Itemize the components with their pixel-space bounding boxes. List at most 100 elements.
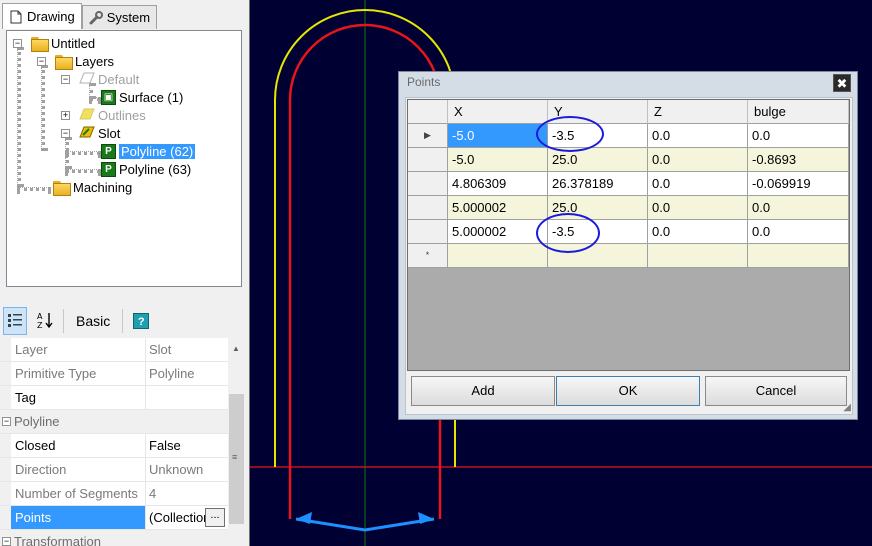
tree-line	[17, 47, 21, 187]
svg-text:Z: Z	[37, 321, 43, 329]
row-header[interactable]	[408, 172, 448, 196]
tree-node-polyline-63[interactable]: P Polyline (63)	[101, 160, 191, 178]
grid-cell-bulge[interactable]: 0.0	[748, 124, 849, 148]
ellipsis-button[interactable]: ...	[205, 508, 225, 527]
category-label: Polyline	[14, 414, 60, 429]
row-header[interactable]	[408, 148, 448, 172]
svg-text:A: A	[37, 312, 43, 321]
ok-button[interactable]: OK	[556, 376, 700, 406]
scroll-up-arrow-icon[interactable]: ▲	[232, 344, 240, 353]
layer-active-icon	[79, 126, 95, 141]
collapse-toggle[interactable]: −	[2, 417, 11, 426]
tab-strip: Drawing System	[2, 3, 158, 29]
collapse-toggle[interactable]: −	[13, 39, 22, 48]
header-corner	[408, 100, 448, 124]
grid-cell-bulge[interactable]	[748, 244, 849, 268]
tree-node-default[interactable]: Default	[79, 70, 139, 88]
grid-cell-x[interactable]: -5.0	[448, 148, 548, 172]
alphabetical-button[interactable]: AZ	[33, 307, 57, 335]
tree-label: Surface (1)	[119, 89, 184, 105]
expand-toggle[interactable]: +	[61, 111, 70, 120]
row-margin	[0, 386, 11, 409]
tree-node-machining[interactable]: Machining	[53, 178, 132, 196]
table-row[interactable]: 5.000002 25.0 0.0 0.0	[408, 196, 849, 220]
property-row-primitive-type[interactable]: Primitive Type Polyline	[0, 362, 228, 386]
tree-node-outlines[interactable]: Outlines	[79, 106, 146, 124]
grid-cell-z[interactable]: 0.0	[648, 172, 748, 196]
close-button[interactable]: ✖	[833, 74, 851, 92]
tree-node-slot[interactable]: Slot	[79, 124, 120, 142]
category-polyline[interactable]: − Polyline	[0, 410, 228, 434]
property-scrollbar[interactable]: ▲ ≡	[228, 338, 245, 546]
category-label: Transformation	[14, 534, 101, 546]
add-button[interactable]: Add	[411, 376, 555, 406]
property-row-layer[interactable]: Layer Slot	[0, 338, 228, 362]
tab-drawing[interactable]: Drawing	[2, 3, 82, 29]
category-header: − Transformation	[0, 530, 101, 546]
grid-header-row: X Y Z bulge	[408, 100, 849, 124]
column-header-z[interactable]: Z	[648, 100, 748, 124]
grid-cell-z[interactable]	[648, 244, 748, 268]
property-row-tag[interactable]: Tag	[0, 386, 228, 410]
column-header-x[interactable]: X	[448, 100, 548, 124]
tab-drawing-label: Drawing	[27, 9, 75, 24]
grid-cell-z[interactable]: 0.0	[648, 124, 748, 148]
grid-cell-x[interactable]: 5.000002	[448, 196, 548, 220]
points-grid[interactable]: X Y Z bulge ▶ -5.0 -3.5 0.0 0.0 -5.0 25.…	[407, 99, 850, 371]
new-row[interactable]: *	[408, 244, 849, 268]
grid-cell-x[interactable]: 4.806309	[448, 172, 548, 196]
grid-cell-z[interactable]: 0.0	[648, 220, 748, 244]
property-row-direction[interactable]: Direction Unknown	[0, 458, 228, 482]
points-dialog[interactable]: Points ✖ X Y Z bulge ▶ -5.0 -3.5 0.0 0.0	[398, 71, 858, 420]
grid-cell-bulge[interactable]: -0.069919	[748, 172, 849, 196]
help-button[interactable]: ?	[129, 307, 153, 335]
categorized-button[interactable]	[3, 307, 27, 335]
grid-cell-y[interactable]: 26.378189	[548, 172, 648, 196]
current-row-indicator-icon[interactable]: ▶	[408, 124, 448, 148]
grid-cell-bulge[interactable]: 0.0	[748, 220, 849, 244]
table-row[interactable]: ▶ -5.0 -3.5 0.0 0.0	[408, 124, 849, 148]
property-name: Number of Segments	[11, 482, 146, 505]
resize-grip-icon[interactable]: ◢	[843, 402, 851, 413]
column-header-bulge[interactable]: bulge	[748, 100, 849, 124]
property-grid[interactable]: Layer Slot Primitive Type Polyline Tag −…	[0, 338, 228, 546]
table-row[interactable]: 5.000002 -3.5 0.0 0.0	[408, 220, 849, 244]
row-header[interactable]	[408, 196, 448, 220]
dialog-body: X Y Z bulge ▶ -5.0 -3.5 0.0 0.0 -5.0 25.…	[405, 97, 853, 415]
property-row-closed[interactable]: Closed False	[0, 434, 228, 458]
property-row-segments[interactable]: Number of Segments 4	[0, 482, 228, 506]
category-transformation[interactable]: − Transformation	[0, 530, 228, 546]
grid-cell-x[interactable]: -5.0	[448, 124, 548, 148]
property-value[interactable]	[146, 386, 228, 409]
property-toolbar: AZ Basic ?	[0, 303, 249, 339]
grid-cell-z[interactable]: 0.0	[648, 196, 748, 220]
arrowhead-left-icon	[296, 512, 312, 524]
table-row[interactable]: -5.0 25.0 0.0 -0.8693	[408, 148, 849, 172]
collapse-toggle[interactable]: −	[2, 537, 11, 546]
tree-node-surface[interactable]: ▣ Surface (1)	[101, 88, 183, 106]
collapse-toggle[interactable]: −	[61, 75, 70, 84]
table-row[interactable]: 4.806309 26.378189 0.0 -0.069919	[408, 172, 849, 196]
collapse-toggle[interactable]: −	[61, 129, 70, 138]
layer-tree[interactable]: − Untitled − Layers − Default ▣ Surface …	[6, 30, 242, 287]
row-header[interactable]	[408, 220, 448, 244]
tab-system-label: System	[106, 10, 151, 25]
new-row-marker-icon[interactable]: *	[408, 244, 448, 268]
tab-system[interactable]: System	[81, 5, 158, 29]
tree-node-layers[interactable]: Layers	[55, 52, 114, 70]
property-row-points[interactable]: Points (Collection) ...	[0, 506, 228, 530]
property-value-points[interactable]: (Collection) ...	[146, 506, 228, 529]
basic-button[interactable]: Basic	[70, 313, 116, 329]
grid-cell-x[interactable]	[448, 244, 548, 268]
tree-node-polyline-62[interactable]: P Polyline (62)	[101, 142, 196, 160]
tree-node-untitled[interactable]: Untitled	[31, 34, 95, 52]
grid-cell-x[interactable]: 5.000002	[448, 220, 548, 244]
collapse-toggle[interactable]: −	[37, 57, 46, 66]
property-value[interactable]: False	[146, 434, 228, 457]
grid-cell-bulge[interactable]: 0.0	[748, 196, 849, 220]
cancel-button[interactable]: Cancel	[705, 376, 847, 406]
tree-label: Default	[98, 71, 140, 87]
row-margin	[0, 506, 11, 529]
grid-cell-z[interactable]: 0.0	[648, 148, 748, 172]
grid-cell-bulge[interactable]: -0.8693	[748, 148, 849, 172]
